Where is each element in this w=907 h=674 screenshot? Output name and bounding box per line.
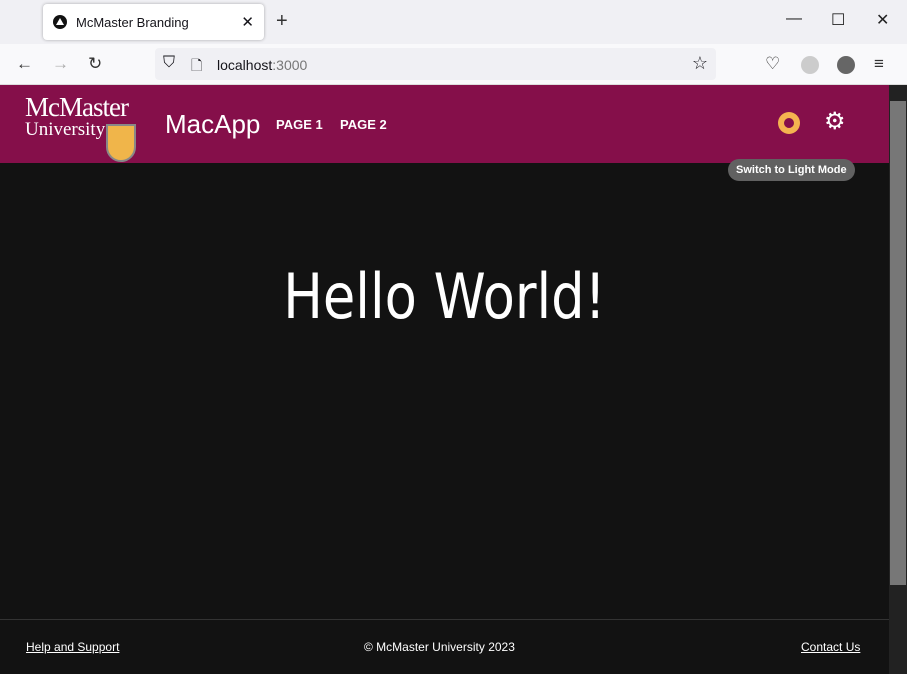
url-port: :3000 bbox=[272, 57, 308, 73]
nav-page-2[interactable]: PAGE 2 bbox=[340, 117, 387, 132]
forward-button[interactable]: → bbox=[52, 54, 69, 74]
crest-icon bbox=[106, 124, 136, 162]
tab-bar: McMaster Branding ✕ + — ☐ ✕ bbox=[0, 0, 907, 44]
tab-title: McMaster Branding bbox=[76, 14, 189, 30]
scrollbar[interactable] bbox=[889, 85, 907, 674]
back-button[interactable]: ← bbox=[16, 54, 33, 74]
maximize-button[interactable]: ☐ bbox=[831, 10, 845, 30]
nav-bar: ← → ↻ ⛉ 🗋 localhost:3000 ☆ ♡ ≡ bbox=[0, 44, 907, 85]
account-icon[interactable] bbox=[837, 56, 855, 74]
nav-page-1[interactable]: PAGE 1 bbox=[276, 117, 323, 132]
close-window-button[interactable]: ✕ bbox=[876, 10, 889, 30]
reload-button[interactable]: ↻ bbox=[88, 54, 102, 74]
minimize-button[interactable]: — bbox=[786, 10, 802, 28]
shield-icon: ⛉ bbox=[163, 54, 176, 71]
help-link[interactable]: Help and Support bbox=[26, 640, 119, 654]
brand-title[interactable]: MacApp bbox=[165, 109, 260, 140]
close-tab-icon[interactable]: ✕ bbox=[241, 13, 254, 31]
page-heading: Hello World! bbox=[283, 260, 606, 333]
browser-tab[interactable]: McMaster Branding ✕ bbox=[43, 4, 264, 40]
settings-gear-icon[interactable]: ⚙ bbox=[824, 107, 846, 136]
theme-toggle-sun-icon[interactable] bbox=[778, 112, 800, 134]
logo-line1: McMaster bbox=[25, 92, 129, 122]
extension-icon[interactable] bbox=[801, 56, 819, 74]
star-icon[interactable]: ☆ bbox=[692, 53, 708, 74]
url-bar[interactable]: ⛉ 🗋 localhost:3000 ☆ bbox=[155, 48, 716, 80]
mcmaster-logo[interactable]: McMaster University bbox=[25, 92, 136, 162]
scrollbar-thumb[interactable] bbox=[890, 101, 906, 585]
url-host: localhost bbox=[217, 57, 273, 73]
favicon-icon bbox=[53, 15, 67, 29]
page-icon: 🗋 bbox=[191, 57, 203, 73]
tooltip: Switch to Light Mode bbox=[728, 159, 855, 181]
pocket-icon[interactable]: ♡ bbox=[765, 54, 780, 74]
menu-icon[interactable]: ≡ bbox=[874, 54, 884, 74]
app-header: McMaster University MacApp PAGE 1 PAGE 2 … bbox=[0, 85, 889, 163]
copyright: © McMaster University 2023 bbox=[364, 640, 515, 654]
contact-link[interactable]: Contact Us bbox=[801, 640, 860, 654]
new-tab-button[interactable]: + bbox=[276, 10, 288, 33]
footer: Help and Support © McMaster University 2… bbox=[0, 619, 889, 674]
